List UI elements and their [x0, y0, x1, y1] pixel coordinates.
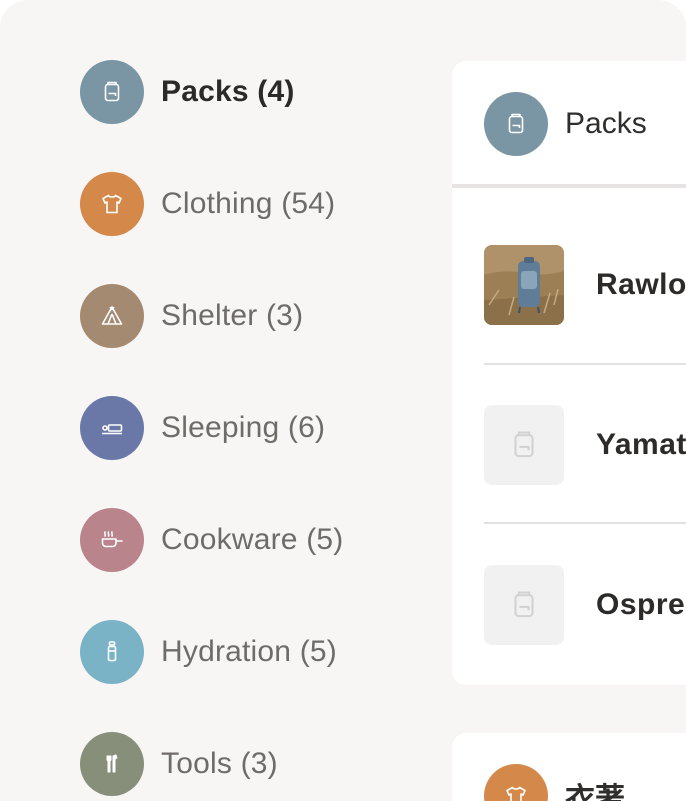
sidebar-item-tools[interactable]: Tools (3) — [80, 732, 278, 796]
backpack-icon — [80, 60, 144, 124]
list-item[interactable]: Rawlo — [484, 245, 686, 325]
sleeping-pad-icon — [80, 396, 144, 460]
backpack-icon — [484, 92, 548, 156]
pan-icon — [80, 508, 144, 572]
item-thumbnail-placeholder — [484, 565, 564, 645]
sidebar-item-label: Clothing (54) — [161, 187, 336, 220]
sidebar-item-sleeping[interactable]: Sleeping (6) — [80, 396, 325, 460]
sidebar-item-label: Cookware (5) — [161, 523, 344, 556]
card-title: 衣著 — [565, 783, 625, 801]
item-name: Ospre — [596, 588, 686, 621]
row-divider — [484, 522, 686, 524]
sidebar-item-label: Shelter (3) — [161, 299, 304, 332]
row-divider — [484, 363, 686, 365]
sidebar-item-clothing[interactable]: Clothing (54) — [80, 172, 335, 236]
item-thumbnail-placeholder — [484, 405, 564, 485]
header-divider — [452, 184, 686, 188]
card-header: 衣著 — [484, 764, 625, 801]
sidebar-item-packs[interactable]: Packs (4) — [80, 60, 295, 124]
sidebar-item-label: Hydration (5) — [161, 635, 337, 668]
tshirt-icon — [484, 764, 548, 801]
tent-icon — [80, 284, 144, 348]
card-header: Packs — [484, 92, 647, 156]
item-photo — [484, 245, 564, 325]
multitool-icon — [80, 732, 144, 796]
list-item[interactable]: Ospre — [484, 565, 686, 645]
backpack-icon — [514, 431, 534, 458]
sidebar-item-label: Tools (3) — [161, 747, 278, 780]
item-name: Yamat — [596, 428, 686, 461]
list-item[interactable]: Yamat — [484, 405, 686, 485]
sidebar-item-label: Sleeping (6) — [161, 411, 326, 444]
sidebar-item-hydration[interactable]: Hydration (5) — [80, 620, 337, 684]
packs-card: Packs Rawlo Yamat Ospre — [452, 61, 686, 685]
sidebar-item-shelter[interactable]: Shelter (3) — [80, 284, 303, 348]
sidebar-item-label: Packs (4) — [161, 75, 295, 108]
card-title: Packs — [565, 107, 647, 140]
app-frame: Packs (4) Clothing (54) Shelter (3) Slee… — [0, 0, 686, 801]
bottle-icon — [80, 620, 144, 684]
tshirt-icon — [80, 172, 144, 236]
clothing-card: 衣著 — [452, 733, 686, 801]
backpack-icon — [514, 591, 534, 618]
item-name: Rawlo — [596, 268, 686, 301]
sidebar-item-cookware[interactable]: Cookware (5) — [80, 508, 343, 572]
